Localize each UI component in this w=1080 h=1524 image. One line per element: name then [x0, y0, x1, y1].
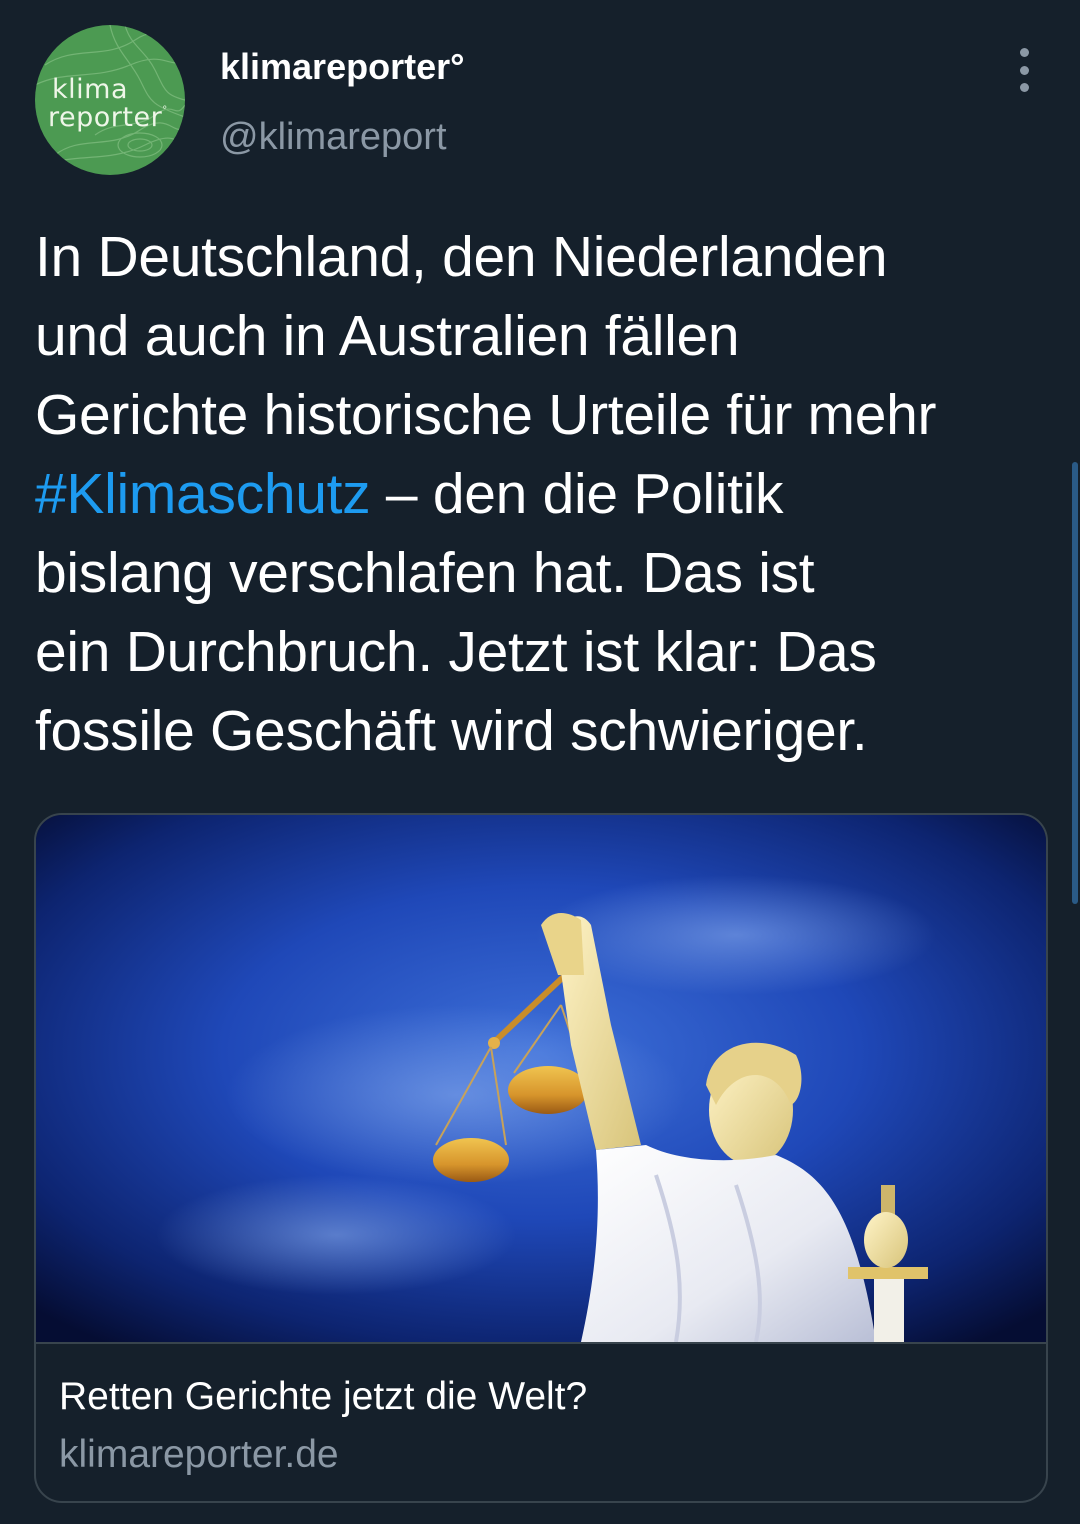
- display-name[interactable]: klimareporter°: [220, 45, 465, 89]
- scrollbar[interactable]: [1072, 462, 1078, 904]
- link-preview-card[interactable]: Retten Gerichte jetzt die Welt? klimarep…: [34, 813, 1048, 1503]
- tweet[interactable]: klima reporter° klimareporter° @klimarep…: [0, 0, 1080, 1524]
- tweet-text-line: Gerichte historische Urteile für mehr: [35, 383, 937, 447]
- tweet-text-line: ein Durchbruch. Jetzt ist klar: Das: [35, 620, 877, 684]
- card-domain[interactable]: klimareporter.de: [59, 1431, 339, 1479]
- more-vertical-icon-dot: [1019, 83, 1029, 92]
- tweet-text: In Deutschland, den Niederlanden und auc…: [35, 218, 1045, 771]
- user-handle[interactable]: @klimareport: [220, 115, 447, 159]
- avatar[interactable]: klima reporter°: [35, 25, 185, 175]
- tweet-text-line: bislang verschlafen hat. Das ist: [35, 541, 815, 605]
- tweet-text-line: In Deutschland, den Niederlanden: [35, 225, 888, 289]
- avatar-text-line2: reporter°: [48, 104, 168, 131]
- avatar-degree-mark: °: [162, 105, 168, 116]
- tweet-text-fragment: – den die Politik: [370, 462, 784, 526]
- avatar-text-line2-word: reporter: [48, 102, 163, 133]
- card-title[interactable]: Retten Gerichte jetzt die Welt?: [59, 1373, 587, 1421]
- card-divider: [36, 1342, 1046, 1344]
- avatar-text-line1: klima: [52, 74, 128, 105]
- lady-justice-statue-image: [36, 815, 1046, 1342]
- hashtag-link[interactable]: #Klimaschutz: [35, 462, 371, 526]
- tweet-text-line: und auch in Australien fällen: [35, 304, 740, 368]
- more-vertical-icon-dot: [1019, 65, 1029, 75]
- more-vertical-icon: [1019, 48, 1029, 57]
- tweet-text-line: fossile Geschäft wird schwieriger.: [35, 699, 868, 763]
- link-preview-image[interactable]: [36, 815, 1046, 1342]
- more-options-button[interactable]: [1004, 48, 1044, 92]
- tweet-text-line-hashtag: #Klimaschutz – den die Politik: [35, 455, 1045, 534]
